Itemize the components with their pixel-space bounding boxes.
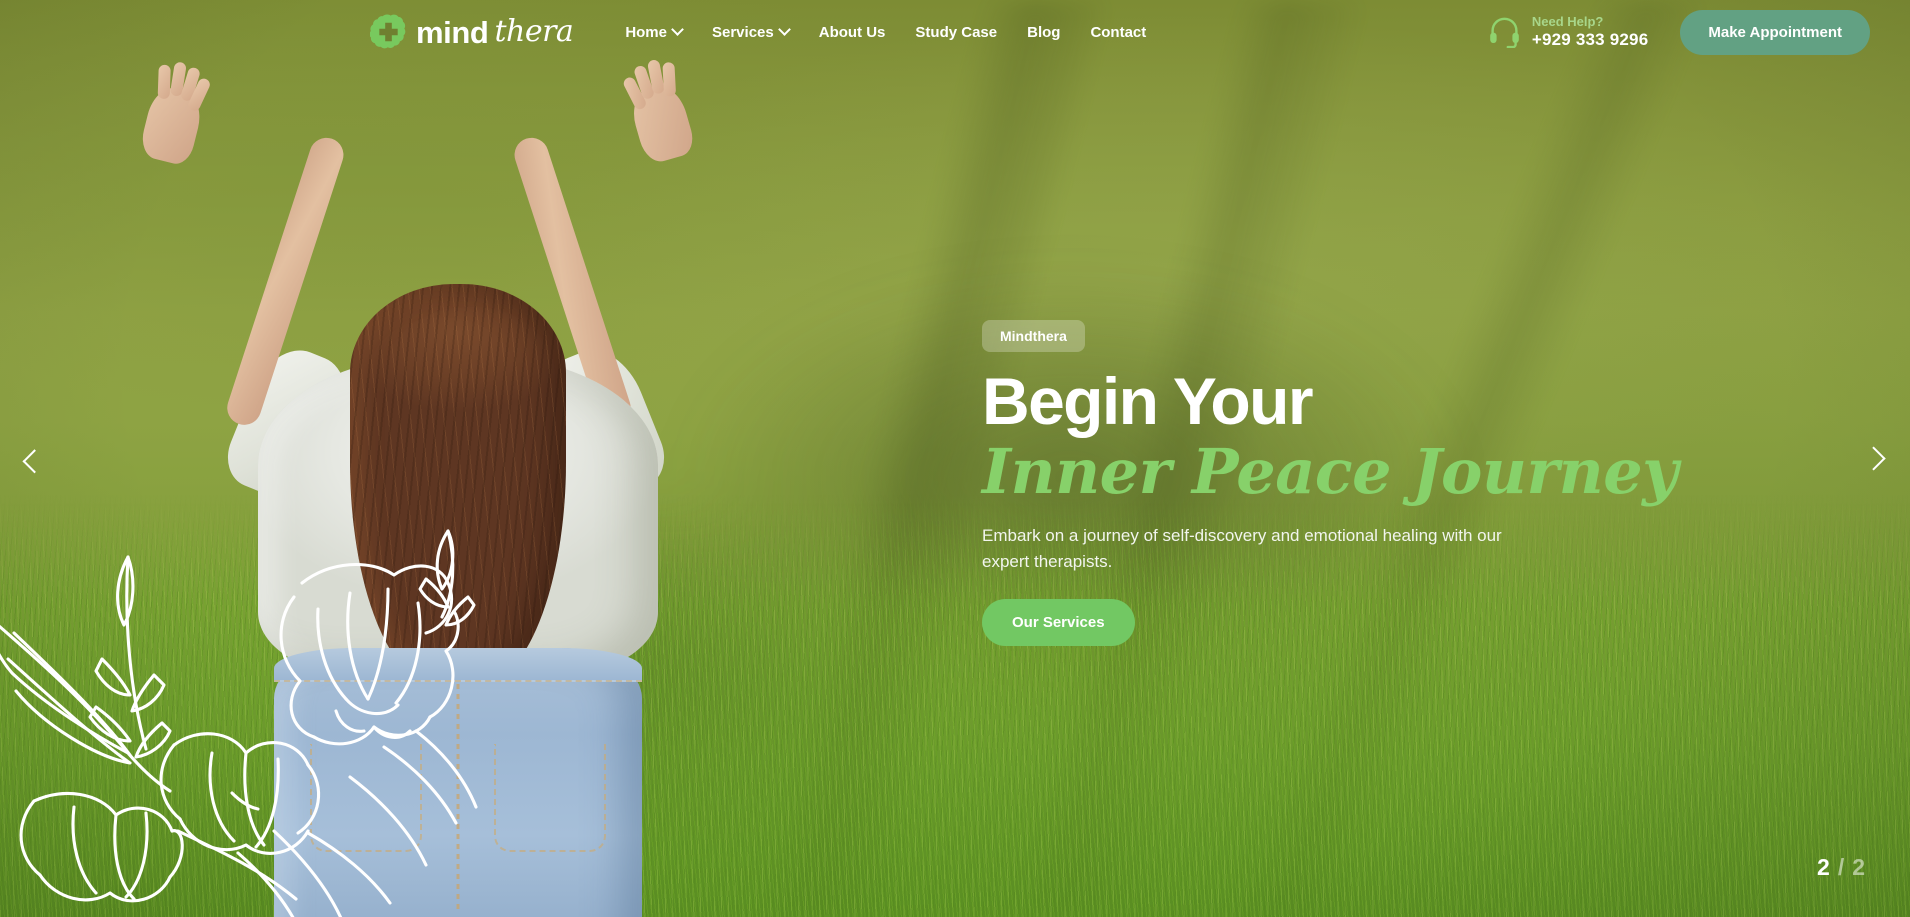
chevron-down-icon[interactable] [671,22,684,36]
nav-item-blog[interactable]: Blog [1027,24,1060,41]
help-label: Need Help? [1531,13,1604,29]
slide-current-number: 2 [1817,854,1831,880]
nav-label-blog: Blog [1027,23,1061,41]
nav-item-home[interactable]: Home [625,22,684,41]
hero-text-block: Mindthera Begin Your Inner Peace Journey… [982,320,1678,647]
make-appointment-button[interactable]: Make Appointment [1680,9,1870,55]
chevron-left-icon [21,449,47,474]
slide-separator: / [1837,854,1846,880]
hero-title-main: Begin Your [982,364,1314,438]
jeans-waistband [274,648,642,682]
hero-description: Embark on a journey of self-discovery an… [982,525,1502,572]
main-navigation: Home Services About Us Study Case Blog C… [625,22,1146,41]
help-contact-block[interactable]: Need Help? +929 333 9296 [1488,13,1649,50]
auburn-hair [350,284,566,688]
slider-next-arrow[interactable] [1852,435,1900,483]
headset-icon [1488,15,1521,49]
nav-item-about-us[interactable]: About Us [819,24,886,41]
chevron-down-icon[interactable] [777,22,791,36]
help-phone[interactable]: +929 333 9296 [1532,30,1649,50]
nav-label-contact: Contact [1090,23,1147,41]
hand-right [621,59,698,166]
jeans-pocket-right [494,744,606,852]
site-header: mind thera Home Services About Us Study … [0,0,1910,64]
slider-prev-arrow[interactable] [10,435,58,483]
slide-counter: 2 / 2 [1817,854,1866,881]
help-text-block: Need Help? +929 333 9296 [1531,13,1649,50]
chevron-right-icon [1861,446,1886,471]
nav-label-study-case: Study Case [915,23,998,41]
nav-label-home: Home [625,23,667,41]
logo-word-mind: mind [416,14,489,50]
hero-person-image [137,59,770,917]
hero-badge: Mindthera [982,320,1085,352]
hero-title-script: Inner Peace Journey [982,435,1678,509]
nav-item-study-case[interactable]: Study Case [915,24,997,41]
site-logo[interactable]: mind thera [370,13,574,51]
nav-item-contact[interactable]: Contact [1090,24,1146,41]
denim-jeans [274,648,642,917]
jeans-pocket-left [310,744,422,852]
logo-word-thera: thera [494,14,574,49]
nav-label-about-us: About Us [818,23,886,41]
nav-item-services[interactable]: Services [712,22,791,41]
nav-label-services: Services [712,23,774,41]
hero-slider: mind thera Home Services About Us Study … [0,0,1910,917]
brain-cross-logo-icon [370,13,407,51]
slide-total-number: 2 [1852,854,1866,880]
our-services-button[interactable]: Our Services [982,599,1135,647]
